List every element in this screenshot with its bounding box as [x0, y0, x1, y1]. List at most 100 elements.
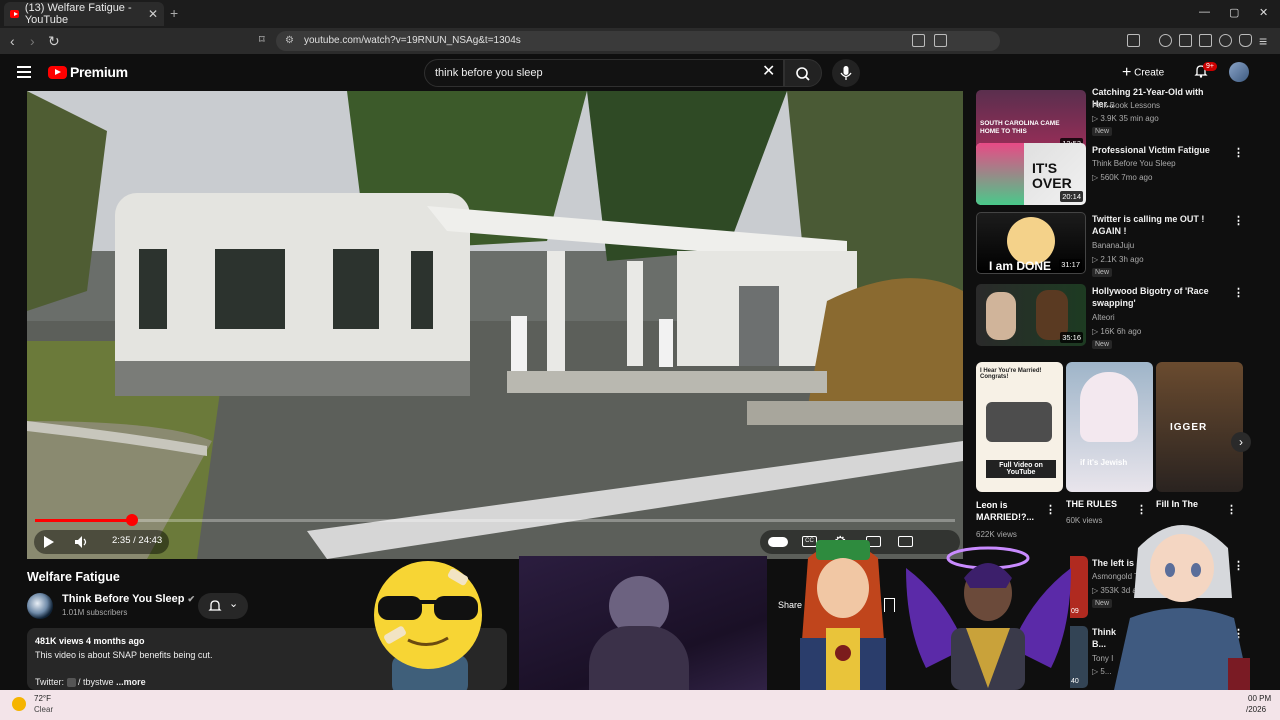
recommended-thumbnail[interactable]: IT'S OVER 20:14: [976, 143, 1086, 205]
taskbar-clock[interactable]: 00 PM: [1248, 694, 1271, 703]
recommended-title[interactable]: Professional Victim Fatigue: [1092, 144, 1222, 156]
url-bar[interactable]: ⚙ youtube.com/watch?v=19RNUN_NSAg&t=1304…: [276, 31, 1000, 51]
duration-badge: 31:17: [1059, 259, 1082, 270]
weather-moon-icon[interactable]: [12, 697, 26, 711]
search-button[interactable]: [784, 59, 822, 87]
video-frame: [27, 91, 963, 559]
back-icon[interactable]: ‹: [10, 33, 15, 49]
maximize-button[interactable]: ▢: [1229, 6, 1239, 19]
progress-scrubber-handle[interactable]: [125, 514, 138, 526]
short-thumb-caption: I Hear You're Married! Congrats!: [980, 368, 1042, 380]
tab-close-icon[interactable]: ✕: [148, 7, 158, 21]
extension-icon[interactable]: [1127, 34, 1140, 47]
bell-icon: [208, 600, 222, 611]
logo-text[interactable]: Premium: [70, 64, 128, 80]
create-button[interactable]: + Create: [1122, 62, 1178, 84]
time-display: 2:35 / 24:43: [112, 535, 163, 546]
subscriber-count: 1.01M subscribers: [62, 608, 128, 617]
recommended-meta: ▷ 2.1K 3h ago: [1092, 255, 1144, 264]
recommended-thumbnail[interactable]: 40: [1070, 626, 1088, 688]
recommended-meta: ▷ 5...: [1092, 667, 1112, 676]
youtube-logo-icon[interactable]: [48, 66, 67, 79]
recommended-thumbnail[interactable]: 09: [1070, 556, 1088, 618]
progress-bar[interactable]: [35, 519, 955, 522]
search-input[interactable]: think before you sleep: [424, 59, 784, 87]
weather-condition: Clear: [34, 705, 54, 714]
notification-count-badge: 9+: [1203, 62, 1217, 71]
browser-tab[interactable]: (13) Welfare Fatigue - YouTube ✕: [4, 2, 164, 26]
short-thumb-art: [1080, 372, 1138, 442]
forward-icon[interactable]: ›: [30, 33, 35, 49]
wallet-icon[interactable]: [1199, 34, 1212, 47]
hamburger-menu-icon[interactable]: [17, 66, 31, 78]
taskbar: [0, 690, 1280, 720]
more-options-icon[interactable]: ⋮: [1233, 214, 1244, 227]
new-badge: New: [1092, 127, 1113, 136]
thumbnail-person: [976, 143, 1024, 205]
reload-icon[interactable]: ↻: [48, 33, 60, 50]
sidebar-toggle-icon[interactable]: [1179, 34, 1192, 47]
media-icon[interactable]: [1159, 34, 1172, 47]
thumbnail-person: [986, 292, 1016, 340]
video-player[interactable]: [27, 91, 963, 559]
site-settings-icon[interactable]: ⚙: [285, 31, 294, 51]
weather-temperature[interactable]: 72°F: [34, 694, 51, 703]
recommended-title[interactable]: Hollywood Bigotry of 'Race swapping': [1092, 285, 1222, 309]
next-arrow-icon[interactable]: ›: [1231, 432, 1251, 452]
recommended-channel[interactable]: Alteori: [1092, 313, 1115, 322]
channel-name[interactable]: Think Before You Sleep ✔: [62, 593, 195, 605]
more-link[interactable]: ...more: [116, 677, 146, 687]
minimize-button[interactable]: —: [1199, 6, 1210, 18]
create-label: Create: [1134, 67, 1165, 79]
recommended-meta: ▷ 560K 7mo ago: [1092, 173, 1153, 182]
short-thumbnail[interactable]: IGGER: [1156, 362, 1243, 492]
new-tab-button[interactable]: +: [170, 5, 178, 21]
recommended-meta: ▷ 16K 6h ago: [1092, 327, 1142, 336]
short-thumbnail[interactable]: if it's Jewish: [1066, 362, 1153, 492]
more-options-icon[interactable]: ⋮: [1045, 503, 1056, 516]
new-badge: New: [1092, 268, 1113, 277]
recommended-thumbnail[interactable]: 35:16: [976, 284, 1086, 346]
browser-menu-icon[interactable]: ≡: [1259, 33, 1267, 49]
winged-avatar-overlay: [906, 546, 1071, 690]
recommended-channel[interactable]: BananaJuju: [1092, 241, 1134, 250]
clear-search-icon[interactable]: ✕: [762, 63, 775, 81]
share-page-icon[interactable]: [934, 34, 947, 47]
tab-title: (13) Welfare Fatigue - YouTube: [24, 2, 132, 26]
search-icon: [796, 67, 810, 81]
short-title[interactable]: Leon is MARRIED!?...: [976, 499, 1046, 523]
chevron-down-icon: ⌄: [229, 598, 239, 610]
youtube-favicon-icon: [10, 10, 19, 18]
x-logo-icon: [66, 678, 76, 688]
account-avatar[interactable]: [1229, 62, 1249, 82]
close-window-button[interactable]: ✕: [1259, 6, 1268, 19]
leo-ai-icon[interactable]: [1219, 34, 1232, 47]
thumbnail-character: [1007, 217, 1055, 265]
recommended-thumbnail[interactable]: I am DONE 31:17: [976, 212, 1086, 274]
description-text: This video is about SNAP benefits being …: [35, 650, 213, 660]
verified-icon: ✔: [187, 594, 196, 604]
views-and-date: 481K views 4 months ago: [35, 636, 145, 646]
recommended-title[interactable]: Twitter is calling me OUT ! AGAIN !: [1092, 213, 1222, 237]
short-thumbnail[interactable]: I Hear You're Married! Congrats! Full Vi…: [976, 362, 1063, 492]
recommended-channel[interactable]: Pink Book Lessons: [1092, 101, 1160, 110]
cast-icon[interactable]: [912, 34, 925, 47]
short-thumb-caption: Full Video on YouTube: [986, 460, 1056, 478]
volume-icon[interactable]: [74, 535, 90, 549]
subscription-bell-button[interactable]: ⌄: [198, 593, 248, 619]
more-options-icon[interactable]: ⋮: [1233, 146, 1244, 159]
more-options-icon[interactable]: ⋮: [1233, 286, 1244, 299]
recommended-channel[interactable]: Think Before You Sleep: [1092, 159, 1176, 168]
play-icon[interactable]: [41, 535, 55, 549]
vpn-shield-icon[interactable]: [1239, 34, 1252, 47]
thumbnail-caption: I am DONE: [989, 259, 1052, 273]
bookmark-icon[interactable]: ⌑: [259, 33, 265, 46]
channel-avatar[interactable]: [27, 593, 53, 619]
thumbnail-caption: IT'S OVER: [1032, 160, 1072, 191]
voice-search-button[interactable]: [832, 59, 860, 87]
short-thumb-caption: if it's Jewish: [1080, 458, 1128, 467]
new-badge: New: [1092, 599, 1113, 608]
twitter-handle-link[interactable]: / tbystwe: [78, 677, 114, 687]
browser-tab-bar: (13) Welfare Fatigue - YouTube ✕ + — ▢ ✕: [0, 0, 1280, 28]
plus-icon: +: [1122, 64, 1132, 81]
